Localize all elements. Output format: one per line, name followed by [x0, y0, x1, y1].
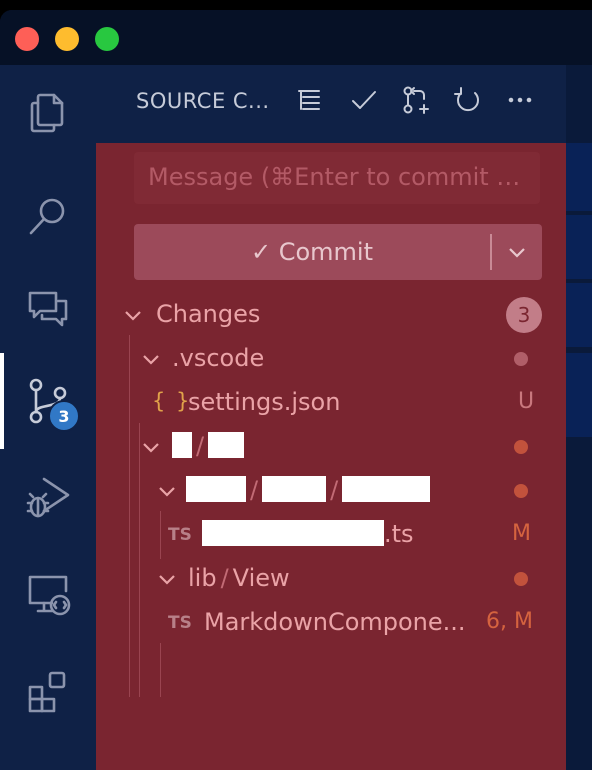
file-name: .ts — [202, 520, 414, 548]
folder-status-dot — [514, 440, 528, 454]
source-control-sidebar: SOURCE C... Message (⌘Enter to commit … … — [96, 65, 566, 770]
json-file-icon: { } — [152, 389, 192, 413]
file-row-settings[interactable]: { } settings.json U — [96, 381, 566, 425]
activity-extensions[interactable] — [0, 643, 96, 739]
errors-modified-status: 6, M — [486, 609, 533, 634]
typescript-file-icon: TS — [168, 613, 192, 633]
zoom-window-button[interactable] — [95, 27, 119, 51]
source-control-badge: 3 — [48, 400, 80, 432]
chevron-down-icon[interactable] — [156, 480, 178, 502]
activity-search[interactable] — [0, 169, 96, 265]
minimize-window-button[interactable] — [55, 27, 79, 51]
folder-row-lib-view[interactable]: lib / View — [96, 557, 566, 601]
typescript-file-icon: TS — [168, 525, 192, 545]
changes-group-row[interactable]: Changes 3 — [96, 293, 566, 337]
activity-remote-explorer[interactable] — [0, 547, 96, 643]
redacted-block — [342, 476, 431, 502]
folder-path: lib / View — [188, 564, 290, 592]
file-name: settings.json — [188, 388, 341, 416]
folder-name: .vscode — [172, 344, 265, 372]
commit-button-group: ✓ Commit — [134, 224, 542, 280]
view-as-tree-icon — [298, 90, 320, 110]
tree-guide — [160, 643, 161, 697]
file-row-redacted-ts[interactable]: TS .ts M — [96, 513, 566, 557]
editor-tab-strip — [566, 353, 592, 437]
create-pr-icon — [403, 86, 429, 114]
search-icon — [29, 198, 65, 235]
commit-message-input[interactable]: Message (⌘Enter to commit … — [134, 152, 540, 204]
commit-dropdown-button[interactable] — [492, 224, 542, 280]
changes-label: Changes — [156, 300, 261, 328]
refresh-button[interactable] — [450, 82, 486, 118]
activity-bar: 3 — [0, 65, 96, 770]
folder-name-view: View — [232, 564, 290, 592]
redacted-block — [208, 432, 245, 458]
commit-check-icon — [352, 91, 376, 109]
editor-tab-strip — [566, 215, 592, 279]
activity-explorer[interactable] — [0, 65, 96, 161]
redacted-block — [172, 432, 192, 458]
editor-tab-strip — [566, 283, 592, 347]
more-actions-icon — [508, 97, 532, 103]
explorer-icon — [30, 93, 64, 133]
file-name: MarkdownCompone... — [204, 608, 466, 636]
sidebar-header: SOURCE C... — [96, 65, 566, 143]
commit-button[interactable]: ✓ Commit — [134, 224, 490, 280]
folder-row-redacted[interactable]: / — [96, 425, 566, 469]
untracked-status: U — [518, 389, 535, 414]
chat-icon — [28, 291, 68, 327]
redacted-folder-path: / / — [186, 476, 431, 504]
folder-row-redacted-nested[interactable]: / / — [96, 469, 566, 513]
scm-panel: Message (⌘Enter to commit … ✓ Commit Cha… — [96, 143, 566, 770]
view-as-tree-button[interactable] — [292, 82, 328, 118]
commit-check-button[interactable] — [346, 82, 382, 118]
chevron-down-icon[interactable] — [140, 348, 162, 370]
redacted-block — [186, 476, 246, 502]
chevron-down-icon — [509, 248, 525, 258]
redacted-folder-path: / — [172, 432, 245, 460]
file-extension: .ts — [384, 520, 414, 548]
editor-tab-strip — [566, 143, 592, 211]
activity-source-control[interactable]: 3 — [0, 353, 96, 449]
folder-status-dot — [514, 572, 528, 586]
activity-run-debug[interactable] — [0, 449, 96, 545]
redacted-block — [202, 520, 384, 546]
extensions-icon — [28, 671, 66, 713]
folder-name-lib: lib — [188, 564, 217, 592]
redacted-block — [262, 476, 327, 502]
create-pr-button[interactable] — [398, 82, 434, 118]
chevron-down-icon[interactable] — [140, 436, 162, 458]
folder-row-vscode[interactable]: .vscode — [96, 337, 566, 381]
close-window-button[interactable] — [15, 27, 39, 51]
activity-chat[interactable] — [0, 261, 96, 357]
sidebar-title: SOURCE C... — [136, 89, 270, 113]
title-bar — [0, 10, 592, 65]
chevron-down-icon[interactable] — [156, 568, 178, 590]
changes-count-badge: 3 — [506, 297, 542, 333]
remote-explorer-icon — [28, 575, 71, 616]
file-row-markdown-component[interactable]: TS MarkdownCompone... 6, M — [96, 601, 566, 645]
folder-status-dot — [514, 484, 528, 498]
refresh-icon — [454, 87, 479, 112]
folder-status-dot — [514, 352, 528, 366]
editor-area-edge — [566, 65, 592, 770]
modified-status: M — [512, 521, 531, 546]
more-actions-button[interactable] — [502, 82, 538, 118]
run-debug-icon — [26, 477, 70, 518]
chevron-down-icon[interactable] — [122, 304, 144, 326]
vscode-window: 3 SOURCE C... Message (⌘Enter to commit … — [0, 10, 592, 770]
